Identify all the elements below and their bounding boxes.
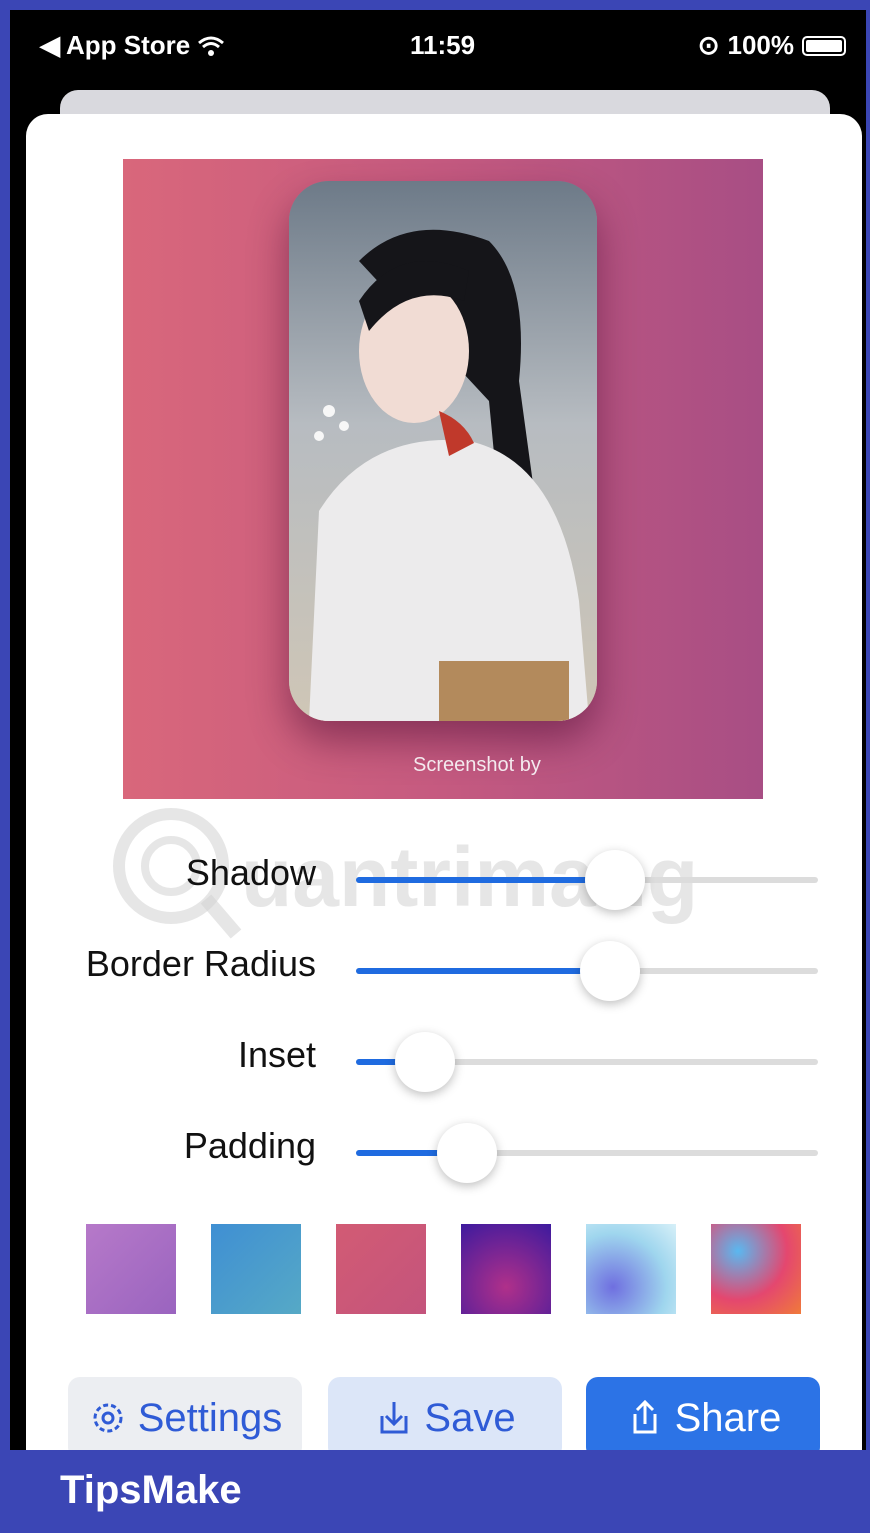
inset-label: Inset [237, 1034, 316, 1075]
swatch-violet-gradient[interactable] [461, 1224, 551, 1314]
padding-label: Padding [183, 1125, 316, 1166]
screenshot-photo [289, 181, 597, 721]
border-radius-slider[interactable] [356, 941, 818, 1001]
share-label: Share [674, 1395, 782, 1440]
status-right: ⊙ 100% [698, 30, 846, 61]
preview-caption: Screenshot by [413, 754, 541, 776]
wifi-icon [198, 36, 225, 56]
slider-knob[interactable] [395, 1032, 456, 1092]
slider-fill [356, 877, 615, 883]
back-arrow-icon: ◀ [40, 30, 60, 60]
inset-slider[interactable] [356, 1032, 818, 1092]
padding-slider[interactable] [356, 1123, 818, 1183]
slider-knob[interactable] [584, 850, 645, 910]
swatch-aqua-gradient[interactable] [586, 1224, 676, 1314]
shadow-label: Shadow [185, 852, 316, 893]
download-icon [380, 1402, 408, 1434]
brand-name: TipsMake [60, 1468, 242, 1512]
slider-knob[interactable] [436, 1123, 497, 1183]
background-swatches [86, 1224, 806, 1316]
settings-button[interactable]: Settings [68, 1377, 302, 1450]
editor-sheet: Screenshot by uantrimang Shadow Border R… [26, 114, 862, 1450]
brand-footer: TipsMake [0, 1450, 870, 1533]
share-icon [633, 1399, 657, 1434]
swatch-blue[interactable] [211, 1224, 301, 1314]
slider-fill [356, 968, 611, 974]
phone-screen: ◀ App Store 11:59 ⊙ 100% Screenshot by u… [10, 10, 866, 1450]
back-label: App Store [66, 30, 191, 60]
battery-icon [802, 35, 846, 56]
border-radius-label: Border Radius [85, 943, 316, 984]
gear-icon [93, 1403, 123, 1433]
battery-percent: 100% [727, 30, 795, 60]
save-label: Save [424, 1395, 516, 1440]
slider-knob[interactable] [580, 941, 641, 1001]
swatch-purple[interactable] [86, 1224, 176, 1314]
swatch-sunset-gradient[interactable] [711, 1224, 801, 1314]
swatch-rose[interactable] [336, 1224, 426, 1314]
settings-label: Settings [137, 1395, 283, 1440]
back-to-app-store[interactable]: ◀ App Store [40, 30, 226, 61]
portrait-illustration [289, 181, 597, 721]
clock: 11:59 [410, 30, 476, 60]
save-button[interactable]: Save [328, 1377, 562, 1450]
shadow-slider[interactable] [356, 850, 818, 910]
status-bar: ◀ App Store 11:59 ⊙ 100% [10, 10, 866, 80]
preview-canvas: Screenshot by [123, 159, 763, 799]
share-button[interactable]: Share [586, 1377, 820, 1450]
orientation-lock-icon: ⊙ [697, 30, 720, 60]
